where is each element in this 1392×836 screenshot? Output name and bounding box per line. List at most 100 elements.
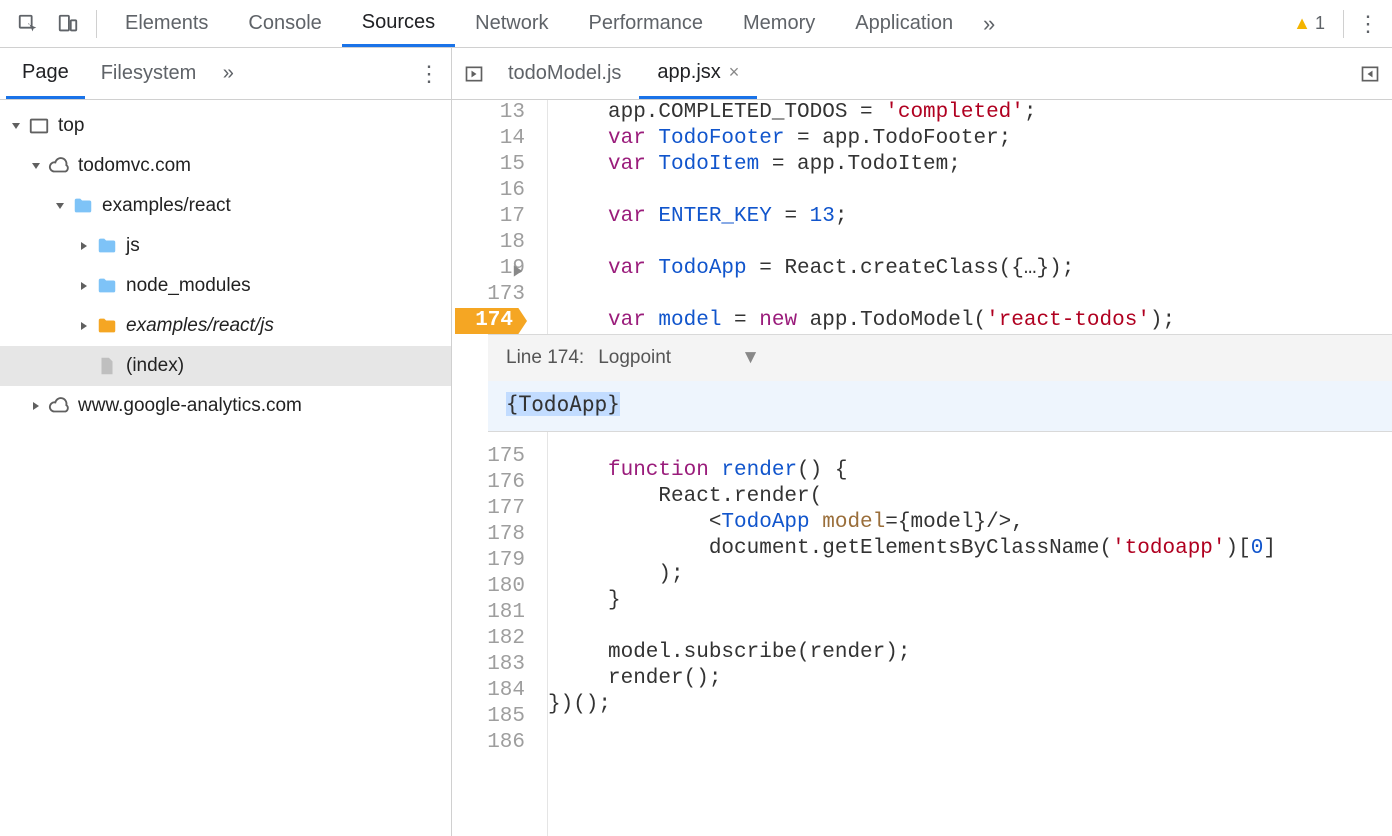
code-line[interactable]: app.COMPLETED_TODOS = 'completed'; <box>548 100 1392 126</box>
warning-count: 1 <box>1315 13 1325 34</box>
code-line[interactable]: function render() { <box>548 458 1392 484</box>
tab-filesystem[interactable]: Filesystem <box>85 48 213 99</box>
inspect-element-icon[interactable] <box>12 8 44 40</box>
tab-page[interactable]: Page <box>6 48 85 99</box>
tree-item-folder[interactable]: node_modules <box>0 266 451 306</box>
line-number[interactable]: 185 <box>452 704 525 730</box>
tab-application[interactable]: Application <box>835 0 973 47</box>
line-number[interactable]: 180 <box>452 574 525 600</box>
tab-performance[interactable]: Performance <box>569 0 724 47</box>
line-number[interactable]: 17 <box>452 204 525 230</box>
tree-item-domain[interactable]: www.google-analytics.com <box>0 386 451 426</box>
chevron-down-icon: ▼ <box>741 345 760 371</box>
folder-icon <box>96 235 118 257</box>
line-number[interactable]: 184 <box>452 678 525 704</box>
code-line[interactable]: })(); <box>548 692 1392 718</box>
line-number[interactable]: 16 <box>452 178 525 204</box>
line-number-breakpoint[interactable]: 174 <box>452 308 525 334</box>
tab-label: Page <box>22 61 69 84</box>
code-line[interactable] <box>548 718 1392 744</box>
file-tab-todomodel[interactable]: todoModel.js <box>490 48 639 99</box>
line-number[interactable]: 183 <box>452 652 525 678</box>
more-tabs-icon[interactable]: » <box>973 8 1005 40</box>
disclosure-triangle-icon[interactable] <box>28 158 44 174</box>
code-line[interactable]: var TodoItem = app.TodoItem; <box>548 152 1392 178</box>
line-number[interactable]: 175 <box>452 444 525 470</box>
disclosure-triangle-icon[interactable] <box>76 278 92 294</box>
code-line[interactable]: var model = new app.TodoModel('react-tod… <box>548 308 1392 334</box>
tab-console[interactable]: Console <box>228 0 341 47</box>
tree-item-file[interactable]: (index) <box>0 346 451 386</box>
line-number[interactable]: 18 <box>452 230 525 256</box>
code-line[interactable] <box>548 230 1392 256</box>
code-line[interactable] <box>548 432 1392 458</box>
file-tab-label: app.jsx <box>657 61 720 84</box>
cloud-icon <box>48 395 70 417</box>
code-line[interactable]: var TodoApp = React.createClass({…}); <box>548 256 1392 282</box>
logpoint-header: Line 174: Logpoint ▼ <box>488 335 1392 381</box>
code-line[interactable] <box>548 282 1392 308</box>
code-area[interactable]: app.COMPLETED_TODOS = 'completed'; var T… <box>548 100 1392 836</box>
code-line[interactable]: <TodoApp model={model}/>, <box>548 510 1392 536</box>
more-navigator-tabs-icon[interactable]: » <box>212 58 244 90</box>
cloud-icon <box>48 155 70 177</box>
line-number[interactable]: 19 <box>452 256 525 282</box>
line-number[interactable]: 14 <box>452 126 525 152</box>
tree-item-domain[interactable]: todomvc.com <box>0 146 451 186</box>
fold-arrow-icon[interactable] <box>511 261 525 275</box>
code-line[interactable]: render(); <box>548 666 1392 692</box>
line-gutter[interactable]: 13 14 15 16 17 18 19 173 174 175 176 177 <box>452 100 548 836</box>
tab-elements[interactable]: Elements <box>105 0 228 47</box>
tree-item-folder[interactable]: js <box>0 226 451 266</box>
line-number[interactable]: 182 <box>452 626 525 652</box>
tab-sources[interactable]: Sources <box>342 0 455 47</box>
code-line[interactable]: model.subscribe(render); <box>548 640 1392 666</box>
line-number[interactable]: 178 <box>452 522 525 548</box>
code-line[interactable] <box>548 178 1392 204</box>
warning-icon: ▲ <box>1293 13 1311 34</box>
editor-panel: todoModel.js app.jsx × 13 14 15 16 17 18… <box>452 48 1392 836</box>
file-tab-appjsx[interactable]: app.jsx × <box>639 48 757 99</box>
line-number[interactable]: 13 <box>452 100 525 126</box>
tab-memory[interactable]: Memory <box>723 0 835 47</box>
close-icon[interactable]: × <box>729 62 740 83</box>
tree-item-folder[interactable]: examples/react/js <box>0 306 451 346</box>
code-line[interactable]: React.render( <box>548 484 1392 510</box>
tab-network[interactable]: Network <box>455 0 568 47</box>
navigator-menu-icon[interactable]: ⋮ <box>413 58 445 90</box>
device-toolbar-icon[interactable] <box>52 8 84 40</box>
tree-item-top[interactable]: top <box>0 106 451 146</box>
line-number[interactable]: 177 <box>452 496 525 522</box>
code-line[interactable]: } <box>548 588 1392 614</box>
show-debugger-icon[interactable] <box>1354 58 1386 90</box>
spacer <box>76 358 92 374</box>
line-number[interactable]: 179 <box>452 548 525 574</box>
tree-item-folder[interactable]: examples/react <box>0 186 451 226</box>
code-line[interactable]: var TodoFooter = app.TodoFooter; <box>548 126 1392 152</box>
disclosure-triangle-icon[interactable] <box>28 398 44 414</box>
line-number[interactable]: 181 <box>452 600 525 626</box>
code-editor[interactable]: 13 14 15 16 17 18 19 173 174 175 176 177 <box>452 100 1392 836</box>
disclosure-triangle-icon[interactable] <box>52 198 68 214</box>
logpoint-expression: {TodoApp} <box>506 392 620 416</box>
code-line[interactable] <box>548 614 1392 640</box>
disclosure-triangle-icon[interactable] <box>76 238 92 254</box>
kebab-menu-icon[interactable]: ⋮ <box>1352 8 1384 40</box>
code-line[interactable]: ); <box>548 562 1392 588</box>
logpoint-marker[interactable]: 174 <box>455 308 527 334</box>
logpoint-input[interactable]: {TodoApp} <box>488 381 1392 431</box>
warnings-badge[interactable]: ▲ 1 <box>1283 13 1335 34</box>
breakpoint-type-select[interactable]: Logpoint ▼ <box>598 345 760 371</box>
line-number[interactable]: 176 <box>452 470 525 496</box>
tab-label: Elements <box>125 12 208 35</box>
tree-label: node_modules <box>126 275 251 297</box>
code-line[interactable]: var ENTER_KEY = 13; <box>548 204 1392 230</box>
file-tree: top todomvc.com examples/react js node_m <box>0 100 451 432</box>
line-number[interactable]: 186 <box>452 730 525 756</box>
code-line[interactable]: document.getElementsByClassName('todoapp… <box>548 536 1392 562</box>
disclosure-triangle-icon[interactable] <box>76 318 92 334</box>
line-number[interactable]: 15 <box>452 152 525 178</box>
disclosure-triangle-icon[interactable] <box>8 118 24 134</box>
line-number[interactable]: 173 <box>452 282 525 308</box>
show-navigator-icon[interactable] <box>458 58 490 90</box>
